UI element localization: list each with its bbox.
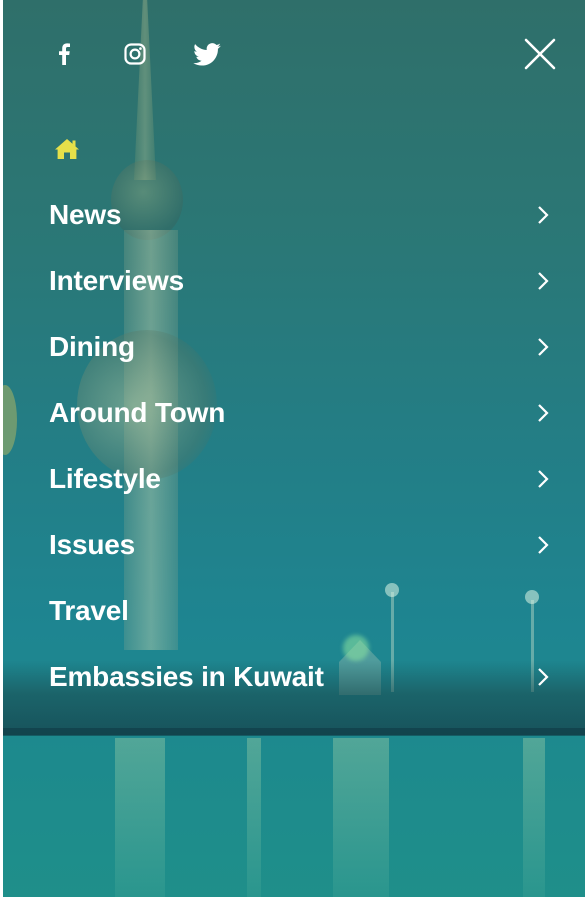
background-reflection — [523, 738, 545, 897]
nav-item-label: Embassies in Kuwait — [49, 661, 324, 692]
home-link[interactable] — [53, 137, 81, 161]
main-nav: News Interviews Dining Around Town Lifes… — [3, 182, 585, 710]
instagram-link[interactable] — [122, 38, 148, 70]
instagram-icon — [124, 43, 146, 65]
nav-item-dining[interactable]: Dining — [3, 314, 585, 380]
nav-item-lifestyle[interactable]: Lifestyle — [3, 446, 585, 512]
nav-item-label: News — [49, 199, 122, 230]
chevron-right-icon[interactable] — [534, 402, 552, 424]
twitter-link[interactable] — [191, 38, 223, 70]
nav-item-label: Around Town — [49, 397, 226, 428]
background-reflection — [333, 738, 389, 897]
chevron-right-icon[interactable] — [534, 468, 552, 490]
close-icon — [524, 38, 556, 70]
chevron-right-icon[interactable] — [534, 336, 552, 358]
nav-item-label: Lifestyle — [49, 463, 161, 494]
nav-item-around-town[interactable]: Around Town — [3, 380, 585, 446]
chevron-right-icon[interactable] — [534, 534, 552, 556]
nav-item-label: Travel — [49, 595, 129, 626]
close-button[interactable] — [520, 34, 560, 74]
facebook-link[interactable] — [53, 38, 75, 70]
home-icon — [55, 139, 79, 159]
facebook-icon — [59, 43, 70, 65]
mobile-menu-panel: News Interviews Dining Around Town Lifes… — [3, 0, 585, 897]
nav-item-news[interactable]: News — [3, 182, 585, 248]
background-waterline — [3, 728, 585, 736]
background-reflection — [115, 738, 165, 897]
nav-item-embassies-in-kuwait[interactable]: Embassies in Kuwait — [3, 644, 585, 710]
nav-item-travel[interactable]: Travel — [3, 578, 585, 644]
chevron-right-icon[interactable] — [534, 270, 552, 292]
background-tower-spire — [134, 0, 156, 180]
background-reflection — [247, 738, 261, 897]
nav-item-interviews[interactable]: Interviews — [3, 248, 585, 314]
nav-item-label: Issues — [49, 529, 135, 560]
chevron-right-icon[interactable] — [534, 204, 552, 226]
chevron-right-icon[interactable] — [534, 666, 552, 688]
twitter-icon — [193, 42, 221, 66]
nav-item-label: Interviews — [49, 265, 184, 296]
nav-item-label: Dining — [49, 331, 135, 362]
nav-item-issues[interactable]: Issues — [3, 512, 585, 578]
